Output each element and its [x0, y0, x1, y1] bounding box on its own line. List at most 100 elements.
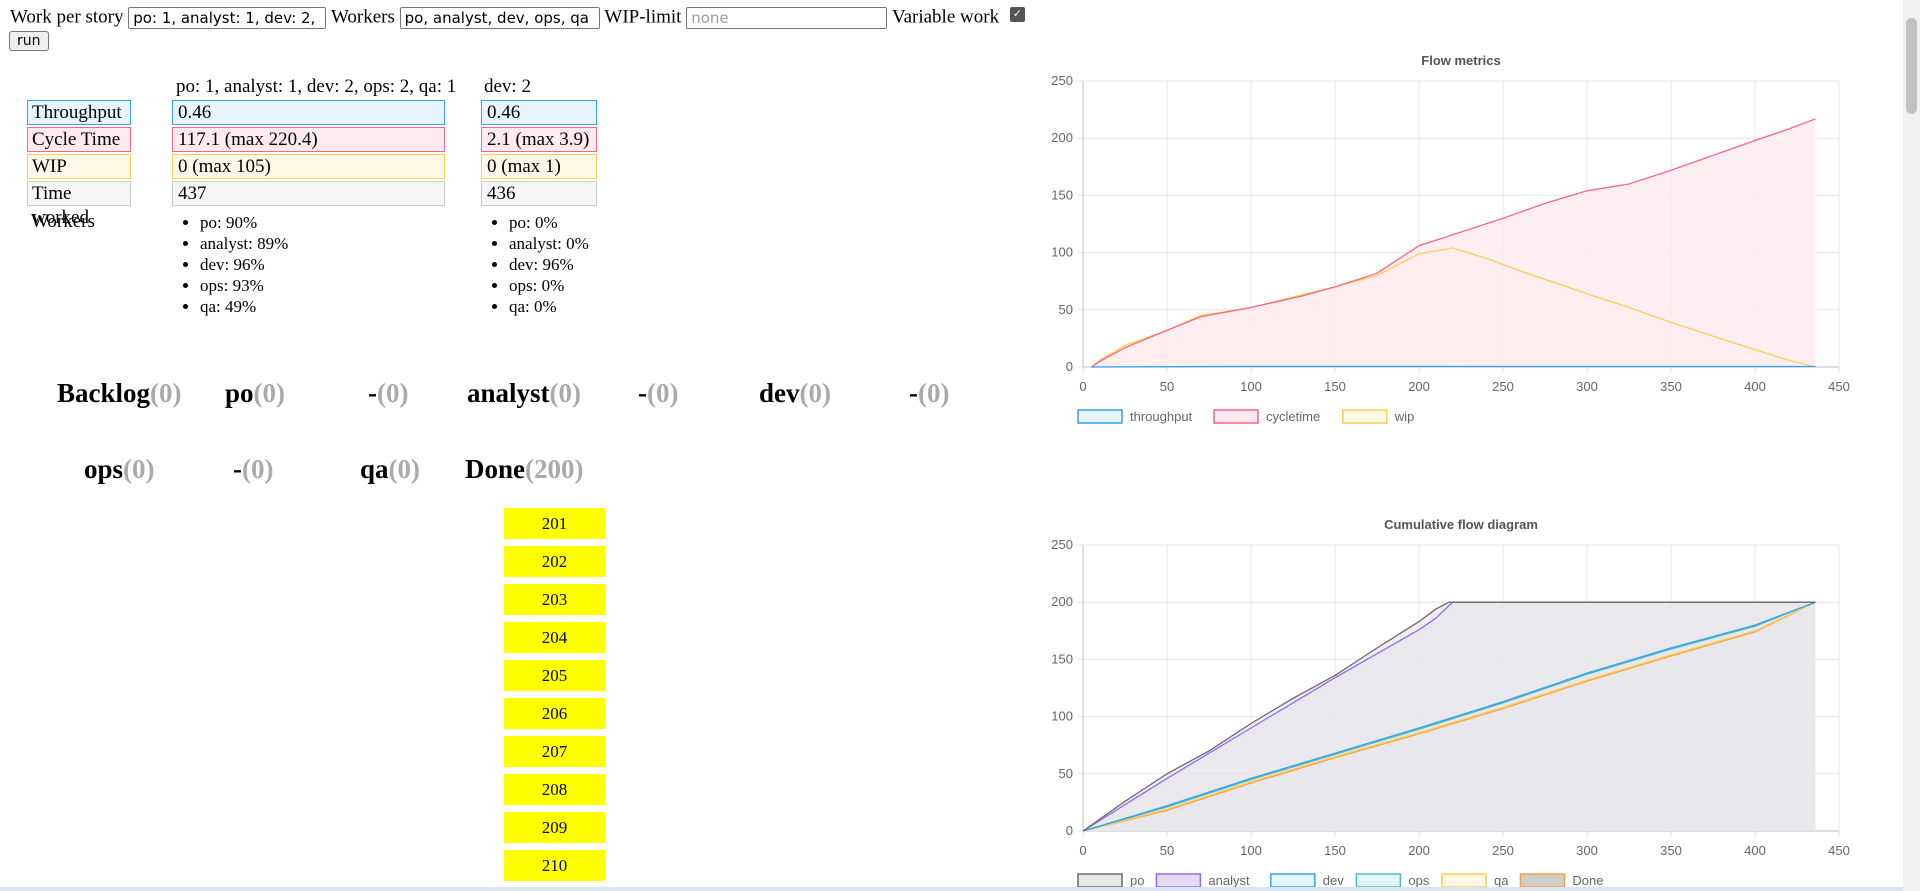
list-item: analyst: 0% [509, 233, 589, 254]
workers-label: Workers [331, 6, 395, 28]
story-card: 205 [504, 660, 605, 691]
column-queue: -(0) [368, 378, 409, 408]
flow-metrics-chart: Flow metrics 0 50 100 150 200 250 300 350 400 450 0… [1051, 53, 1850, 424]
y-tick-label: 0 [1066, 823, 1073, 838]
list-item: qa: 49% [200, 296, 288, 317]
legend-swatch [1519, 873, 1566, 888]
x-tick-label: 350 [1660, 379, 1682, 394]
x-tick-label: 400 [1744, 379, 1766, 394]
story-card: 209 [504, 812, 605, 843]
column-po: po(0) [225, 378, 286, 408]
x-tick-label: 250 [1492, 843, 1514, 858]
story-card: 208 [504, 774, 605, 805]
status-strip [0, 887, 1903, 891]
story-card: 204 [504, 622, 605, 653]
cycletime-value: 117.1 (max 220.4) [172, 127, 445, 152]
column-count: (0) [918, 378, 950, 408]
list-item: qa: 0% [509, 296, 589, 317]
column-count: (0) [150, 378, 182, 408]
story-card: 201 [504, 508, 605, 539]
list-item: po: 0% [509, 212, 589, 233]
list-item: ops: 93% [200, 275, 288, 296]
column-qa: qa(0) [360, 454, 421, 484]
column-queue: -(0) [909, 378, 950, 408]
time-worked-label: Time worked [27, 181, 131, 228]
time-worked-value: 436 [481, 181, 597, 206]
column-dev: dev(0) [759, 378, 831, 408]
x-tick-label: 300 [1576, 379, 1598, 394]
column-analyst: analyst(0) [467, 378, 582, 408]
throughput-value: 0.46 [481, 100, 597, 125]
x-tick-label: 50 [1160, 843, 1174, 858]
y-tick-label: 250 [1051, 73, 1073, 88]
x-tick-label: 0 [1079, 379, 1086, 394]
legend-label: dev [1323, 873, 1344, 888]
legend-label: wip [1394, 409, 1415, 424]
workers-input[interactable] [399, 6, 600, 29]
y-tick-label: 50 [1059, 766, 1073, 781]
chart-title: Flow metrics [1421, 53, 1500, 68]
y-tick-label: 200 [1051, 594, 1073, 609]
time-worked-value: 437 [172, 181, 445, 206]
legend-label: Done [1572, 873, 1603, 888]
y-tick-label: 0 [1066, 359, 1073, 374]
chart-title: Cumulative flow diagram [1384, 517, 1538, 532]
column-ops: ops(0) [84, 454, 155, 484]
x-tick-label: 450 [1828, 379, 1850, 394]
x-tick-label: 300 [1576, 843, 1598, 858]
wip-label: WIP [27, 154, 131, 179]
series-area-cycletime [1091, 118, 1816, 367]
x-tick-label: 250 [1492, 379, 1514, 394]
column-count: (200) [525, 454, 584, 484]
x-tick-label: 100 [1240, 843, 1262, 858]
cycletime-value: 2.1 (max 3.9) [481, 127, 597, 152]
x-tick-label: 450 [1828, 843, 1850, 858]
wip-limit-input[interactable] [686, 6, 888, 29]
y-tick-label: 50 [1059, 302, 1073, 317]
story-card: 202 [504, 546, 605, 577]
story-card: 203 [504, 584, 605, 615]
list-item: dev: 96% [200, 254, 288, 275]
y-tick-label: 150 [1051, 187, 1073, 202]
wip-limit-label: WIP-limit [604, 6, 682, 28]
story-card: 210 [504, 850, 605, 881]
variable-work-label: Variable work [891, 6, 1000, 28]
legend-swatch [1213, 409, 1259, 424]
variable-work-checkbox[interactable]: ✓ [1009, 7, 1025, 23]
vertical-scrollbar[interactable] [1903, 0, 1920, 891]
x-tick-label: 100 [1240, 379, 1262, 394]
scenario-header: po: 1, analyst: 1, dev: 2, ops: 2, qa: 1 [176, 76, 457, 97]
wip-value: 0 (max 105) [172, 154, 445, 179]
work-per-story-input[interactable] [128, 6, 327, 29]
y-tick-label: 150 [1051, 651, 1073, 666]
x-tick-label: 150 [1324, 843, 1346, 858]
throughput-label: Throughput [27, 100, 131, 125]
x-tick-label: 200 [1408, 379, 1430, 394]
run-button[interactable]: run [9, 31, 49, 51]
x-tick-label: 400 [1744, 843, 1766, 858]
column-count: (0) [242, 454, 274, 484]
column-count: (0) [123, 454, 155, 484]
column-count: (0) [377, 378, 409, 408]
legend-swatch [1155, 873, 1202, 888]
column-count: (0) [799, 378, 831, 408]
x-tick-label: 150 [1324, 379, 1346, 394]
legend-label: qa [1494, 873, 1509, 888]
list-item: dev: 96% [509, 254, 589, 275]
y-tick-label: 250 [1051, 537, 1073, 552]
scenario-header: dev: 2 [484, 76, 531, 97]
legend-swatch [1077, 873, 1123, 888]
worker-utilization-list: po: 90% analyst: 89% dev: 96% ops: 93% q… [172, 212, 288, 317]
legend-swatch [1441, 873, 1487, 888]
y-tick-label: 100 [1051, 245, 1073, 260]
scrollbar-thumb[interactable] [1906, 18, 1917, 114]
x-tick-label: 350 [1660, 843, 1682, 858]
legend-label: throughput [1130, 409, 1193, 424]
column-queue: -(0) [638, 378, 679, 408]
list-item: ops: 0% [509, 275, 589, 296]
workers-stat-label: Workers [31, 211, 95, 232]
list-item: analyst: 89% [200, 233, 288, 254]
column-count: (0) [388, 454, 421, 484]
worker-utilization-list: po: 0% analyst: 0% dev: 96% ops: 0% qa: … [481, 212, 589, 317]
work-per-story-label: Work per story [10, 6, 124, 28]
